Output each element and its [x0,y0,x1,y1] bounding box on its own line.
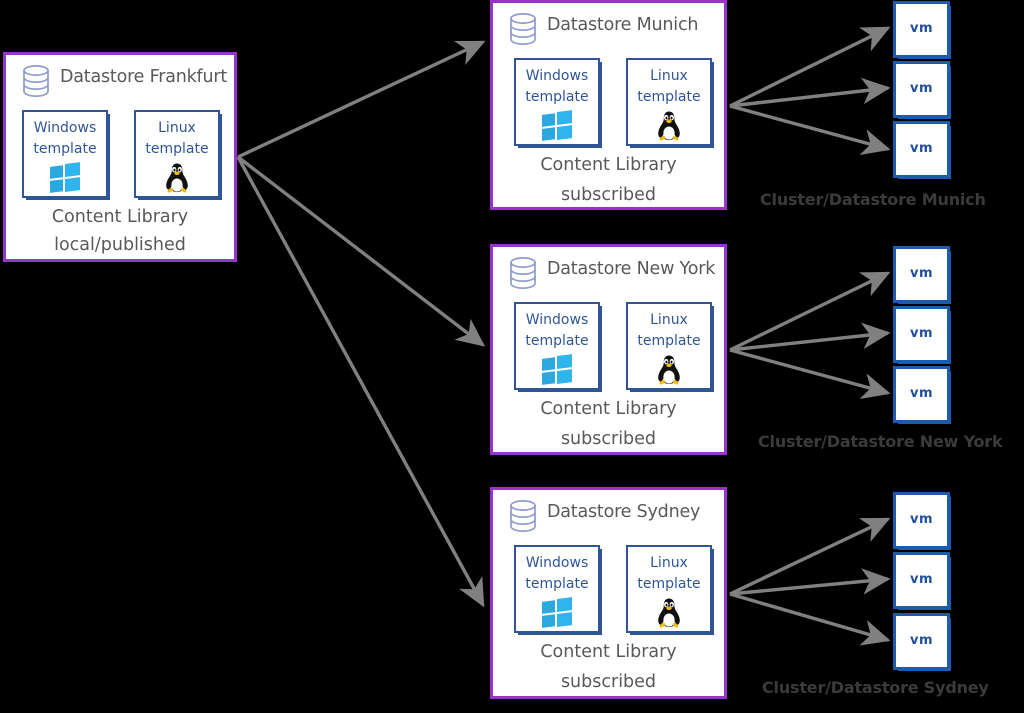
publication-arrows [236,40,486,608]
vm-box[interactable]: vm [893,613,950,670]
template-card-linux[interactable]: Linux template [134,110,220,198]
datastore-header: Datastore Frankfurt [6,55,234,101]
database-cylinder-icon [505,11,541,47]
windows-logo-icon [516,597,598,631]
vm-label: vm [909,511,934,527]
template-card-windows[interactable]: Windows template [22,110,108,198]
vm-box[interactable]: vm [893,121,950,178]
content-library-box-sydney[interactable]: Datastore Sydney Windows template Linux … [490,487,727,699]
template-card-linux[interactable]: Linux template [626,302,712,390]
library-caption-line2: subscribed [560,185,657,205]
cluster-label-munich: Cluster/Datastore Munich [760,190,986,209]
datastore-title: Datastore Sydney [547,502,701,522]
linux-tux-icon [136,162,218,196]
vm-box[interactable]: vm [893,552,950,609]
deploy-arrows-new-york [729,271,891,400]
library-caption-line2: subscribed [560,429,657,449]
vm-box[interactable]: vm [893,61,950,118]
template-label-line1: Linux [650,555,688,571]
datastore-header: Datastore Sydney [493,490,724,536]
vm-label: vm [909,325,934,341]
linux-tux-icon [628,110,710,144]
datastore-title: Datastore New York [547,259,716,279]
template-card-windows[interactable]: Windows template [514,545,600,633]
content-library-box-frankfurt[interactable]: Datastore Frankfurt Windows template Lin… [3,52,237,262]
template-label-line2: template [637,89,701,105]
diagram-canvas: Datastore Frankfurt Windows template Lin… [0,0,1024,713]
template-label-line2: template [525,333,589,349]
datastore-title: Datastore Munich [547,15,699,35]
vm-box[interactable]: vm [893,246,950,303]
vm-label: vm [909,140,934,156]
vm-box[interactable]: vm [893,366,950,423]
template-label-line1: Windows [525,555,589,571]
template-label-line2: template [33,141,97,157]
template-label-line2: template [525,576,589,592]
template-card-windows[interactable]: Windows template [514,302,600,390]
template-label-line1: Windows [525,68,589,84]
vm-box[interactable]: vm [893,306,950,363]
datastore-title: Datastore Frankfurt [60,67,228,87]
template-label-line1: Linux [650,312,688,328]
cluster-label-new-york: Cluster/Datastore New York [758,432,1003,451]
vm-box[interactable]: vm [893,1,950,58]
template-label-line1: Windows [33,120,97,136]
database-cylinder-icon [18,63,54,99]
cluster-label-sydney: Cluster/Datastore Sydney [762,678,989,697]
library-caption-line2: subscribed [560,672,657,692]
content-library-box-new-york[interactable]: Datastore New York Windows template Linu… [490,244,727,455]
library-caption-line2: local/published [54,235,186,255]
database-cylinder-icon [505,255,541,291]
template-label-line1: Linux [158,120,196,136]
template-label-line2: template [145,141,209,157]
datastore-header: Datastore New York [493,247,724,293]
database-cylinder-icon [505,498,541,534]
content-library-box-munich[interactable]: Datastore Munich Windows template Linux … [490,0,727,210]
template-label-line1: Windows [525,312,589,328]
template-card-linux[interactable]: Linux template [626,58,712,146]
linux-tux-icon [628,354,710,388]
datastore-header: Datastore Munich [493,3,724,49]
windows-logo-icon [24,162,106,196]
windows-logo-icon [516,110,598,144]
library-caption-line1: Content Library [540,399,677,419]
library-caption-line1: Content Library [540,642,677,662]
vm-label: vm [909,385,934,401]
template-label-line2: template [637,576,701,592]
library-caption-line1: Content Library [540,155,677,175]
template-label-line2: template [525,89,589,105]
library-caption-line1: Content Library [51,207,189,227]
template-card-linux[interactable]: Linux template [626,545,712,633]
vm-label: vm [909,571,934,587]
linux-tux-icon [628,597,710,631]
vm-label: vm [909,265,934,281]
template-label-line1: Linux [650,68,688,84]
deploy-arrows-munich [729,26,891,156]
template-label-line2: template [637,333,701,349]
vm-label: vm [909,20,934,36]
template-card-windows[interactable]: Windows template [514,58,600,146]
windows-logo-icon [516,354,598,388]
vm-box[interactable]: vm [893,492,950,549]
vm-label: vm [909,632,934,648]
deploy-arrows-sydney [729,517,891,646]
vm-label: vm [909,80,934,96]
